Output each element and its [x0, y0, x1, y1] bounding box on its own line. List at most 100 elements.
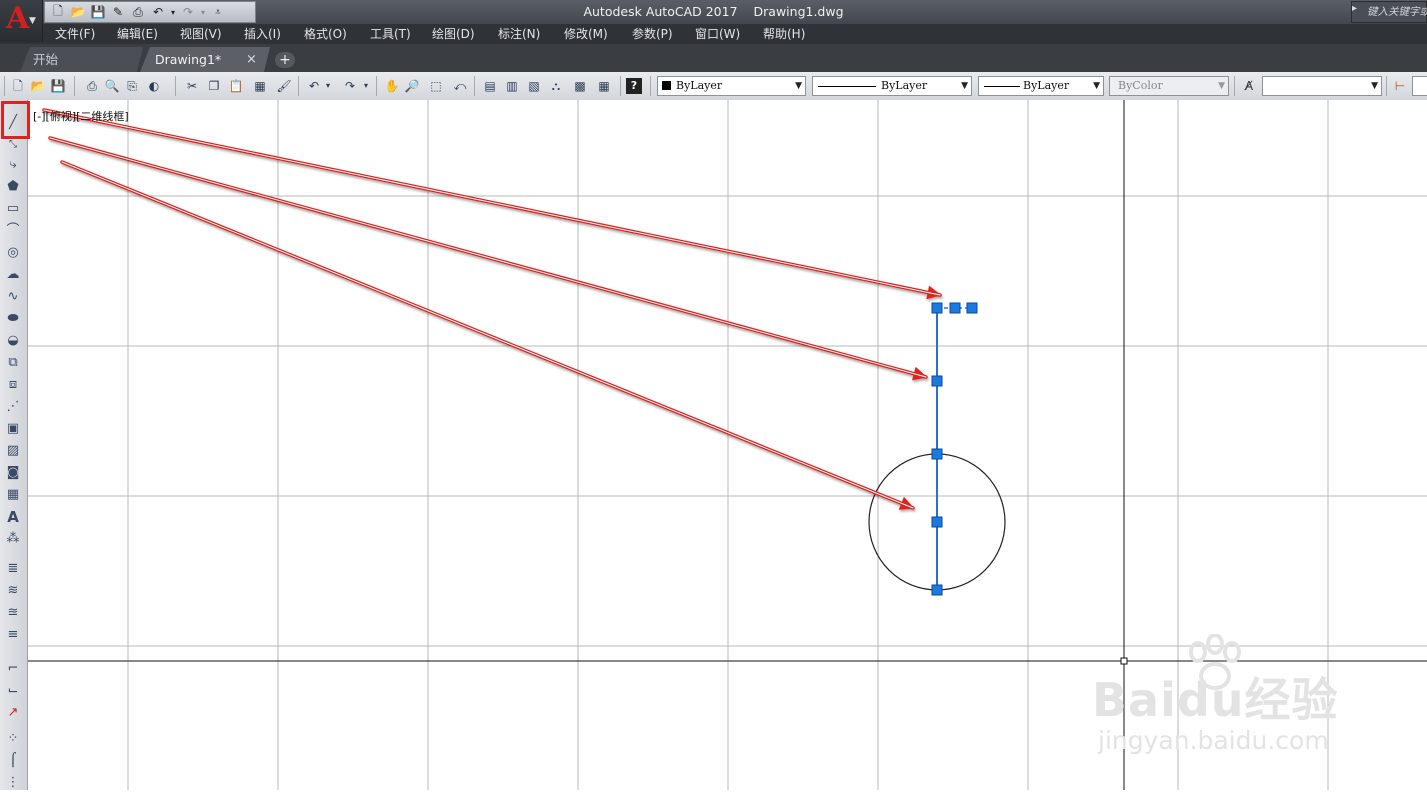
help-icon[interactable]: ?: [626, 78, 642, 94]
plotstyle-combo[interactable]: ByColor ▼: [1109, 76, 1229, 96]
ellipse-icon[interactable]: ⬬: [4, 310, 22, 328]
save-icon[interactable]: 💾: [89, 4, 107, 20]
save-icon[interactable]: 💾: [50, 78, 66, 94]
color-value: ByLayer: [676, 79, 723, 92]
chevron-right-icon[interactable]: ▸: [1352, 3, 1357, 14]
menu-dimension[interactable]: 标注(N): [498, 24, 540, 44]
grip-circle-top: [931, 448, 943, 460]
viewport-controls[interactable]: [-][俯视][二维线框]: [33, 108, 129, 124]
tool-palettes-icon[interactable]: ▧: [526, 78, 542, 94]
plot-icon[interactable]: ⎙: [129, 4, 147, 20]
linetype-combo[interactable]: ByLayer ▼: [812, 76, 972, 96]
undo-icon[interactable]: ↶: [149, 4, 167, 20]
polygon-icon[interactable]: ⬟: [4, 178, 22, 196]
zoom-window-icon[interactable]: ⬚: [428, 78, 444, 94]
ellipse-arc-icon[interactable]: ◒: [4, 332, 22, 350]
multiline-text-icon[interactable]: A: [4, 508, 22, 526]
array-icon[interactable]: ⁘: [4, 730, 22, 748]
redo-icon[interactable]: ↷: [342, 78, 358, 94]
pan-icon[interactable]: ✋: [384, 78, 400, 94]
rectangle-icon[interactable]: ▭: [4, 200, 22, 218]
publish-icon[interactable]: ⎘: [124, 78, 140, 94]
region-icon[interactable]: ◙: [4, 464, 22, 482]
tab-start[interactable]: 开始: [20, 47, 143, 72]
autocad-logo-icon: A: [6, 1, 30, 36]
menu-modify[interactable]: 修改(M): [564, 24, 608, 44]
zoom-realtime-icon[interactable]: 🔎: [404, 78, 420, 94]
redo-dropdown-icon[interactable]: ▾: [362, 78, 370, 94]
break-icon[interactable]: ⋮: [4, 774, 22, 792]
undo-icon[interactable]: ↶: [306, 78, 322, 94]
properties-icon[interactable]: ▤: [482, 78, 498, 94]
redo-dropdown-icon[interactable]: ▾: [199, 4, 207, 20]
menu-edit[interactable]: 编辑(E): [117, 24, 158, 44]
paste-icon[interactable]: 📋: [228, 78, 244, 94]
close-icon[interactable]: ×: [246, 47, 257, 72]
new-icon[interactable]: 🗋: [49, 4, 67, 20]
lineweight-preview: [984, 86, 1020, 87]
lineweight-combo[interactable]: ByLayer ▼: [978, 76, 1104, 96]
undo-dropdown-icon[interactable]: ▾: [324, 78, 332, 94]
save-as-icon[interactable]: ✎: [109, 4, 127, 20]
chamfer-icon[interactable]: ⌙: [4, 682, 22, 700]
gradient-icon[interactable]: ▨: [4, 442, 22, 460]
menu-parametric[interactable]: 参数(P): [632, 24, 673, 44]
zoom-previous-icon[interactable]: ⤺: [452, 78, 468, 94]
copy-icon[interactable]: ❐: [206, 78, 222, 94]
lineweight-value: ByLayer: [1023, 79, 1070, 92]
menu-help[interactable]: 帮助(H): [763, 24, 805, 44]
hatch-icon[interactable]: ▣: [4, 420, 22, 438]
dim-style-icon[interactable]: ⊢: [1392, 78, 1408, 94]
markup-icon[interactable]: ▩: [572, 78, 588, 94]
dim-style-combo[interactable]: [1412, 76, 1427, 96]
spline-icon[interactable]: ∿: [4, 288, 22, 306]
join-icon[interactable]: ⌠: [4, 752, 22, 770]
arc-icon[interactable]: ⌒: [4, 222, 22, 240]
new-icon[interactable]: 🗋: [10, 78, 26, 94]
open-icon[interactable]: 📂: [69, 4, 87, 20]
plot-preview-icon[interactable]: 🔍: [104, 78, 120, 94]
insert-block-icon[interactable]: ⧉: [4, 354, 22, 372]
match-properties-icon[interactable]: 🖌: [276, 78, 292, 94]
paste-block-icon[interactable]: ▦: [252, 78, 268, 94]
layer-properties-icon[interactable]: ≣: [4, 560, 22, 578]
open-icon[interactable]: 📂: [30, 78, 46, 94]
menu-draw[interactable]: 绘图(D): [432, 24, 475, 44]
layer-off-icon[interactable]: ≡: [4, 626, 22, 644]
separator: [650, 76, 651, 96]
undo-dropdown-icon[interactable]: ▾: [169, 4, 177, 20]
layer-states-icon[interactable]: ≋: [4, 582, 22, 600]
menu-view[interactable]: 视图(V): [180, 24, 222, 44]
cut-icon[interactable]: ✂: [184, 78, 200, 94]
menu-tools[interactable]: 工具(T): [370, 24, 411, 44]
menu-file[interactable]: 文件(F): [55, 24, 95, 44]
revision-cloud-icon[interactable]: ☁: [4, 266, 22, 284]
blend-icon[interactable]: ↗: [4, 704, 22, 722]
design-center-icon[interactable]: ▥: [504, 78, 520, 94]
menu-format[interactable]: 格式(O): [304, 24, 347, 44]
dwf-icon[interactable]: ◐: [146, 78, 162, 94]
table-icon[interactable]: ▦: [4, 486, 22, 504]
layer-isolate-icon[interactable]: ≊: [4, 604, 22, 622]
text-style-icon[interactable]: A̸: [1241, 78, 1257, 94]
plot-icon[interactable]: ⎙: [84, 78, 100, 94]
polyline-icon[interactable]: ⤷: [4, 156, 22, 174]
customize-icon[interactable]: ⩡: [209, 4, 227, 20]
add-selected-icon[interactable]: ⁂: [4, 530, 22, 548]
sheet-set-icon[interactable]: ⛬: [548, 78, 564, 94]
application-menu-button[interactable]: A ▼: [0, 0, 43, 42]
make-block-icon[interactable]: ⧈: [4, 376, 22, 394]
color-combo[interactable]: ByLayer ▼: [657, 76, 806, 96]
fillet-icon[interactable]: ⌐: [4, 660, 22, 678]
quickcalc-icon[interactable]: ▦: [596, 78, 612, 94]
chevron-down-icon: ▼: [1371, 81, 1378, 91]
point-icon[interactable]: ⋰: [4, 398, 22, 416]
menu-window[interactable]: 窗口(W): [695, 24, 740, 44]
circle-icon[interactable]: ◎: [4, 244, 22, 262]
new-tab-button[interactable]: +: [275, 52, 295, 68]
toolbar-grip[interactable]: [4, 76, 5, 96]
text-style-combo[interactable]: ▼: [1262, 76, 1382, 96]
plotstyle-value: ByColor: [1118, 79, 1163, 92]
redo-icon[interactable]: ↷: [179, 4, 197, 20]
menu-insert[interactable]: 插入(I): [244, 24, 281, 44]
